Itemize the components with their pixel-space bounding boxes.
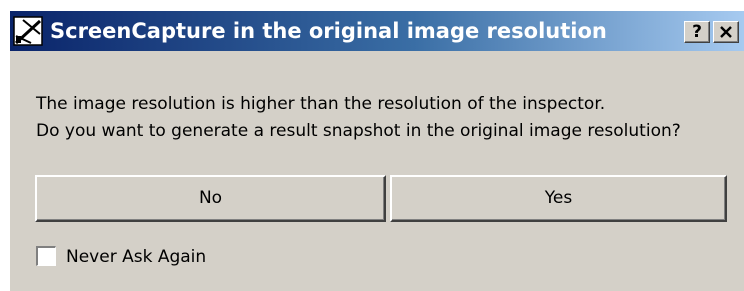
screen-capture-icon (13, 16, 43, 46)
title-bar[interactable]: ScreenCapture in the original image reso… (10, 11, 744, 51)
help-icon: ? (692, 22, 702, 42)
dialog-window: ScreenCapture in the original image reso… (10, 11, 744, 291)
close-button[interactable] (713, 21, 739, 43)
dialog-message: The image resolution is higher than the … (36, 91, 681, 145)
never-ask-again-label[interactable]: Never Ask Again (66, 244, 206, 270)
close-icon (719, 24, 733, 44)
message-line-1: The image resolution is higher than the … (36, 94, 606, 114)
message-line-2: Do you want to generate a result snapsho… (36, 121, 681, 141)
no-button[interactable]: No (35, 175, 386, 222)
never-ask-again-checkbox[interactable] (36, 246, 56, 266)
window-title: ScreenCapture in the original image reso… (50, 19, 607, 43)
help-button[interactable]: ? (684, 21, 710, 43)
yes-button[interactable]: Yes (390, 175, 727, 222)
